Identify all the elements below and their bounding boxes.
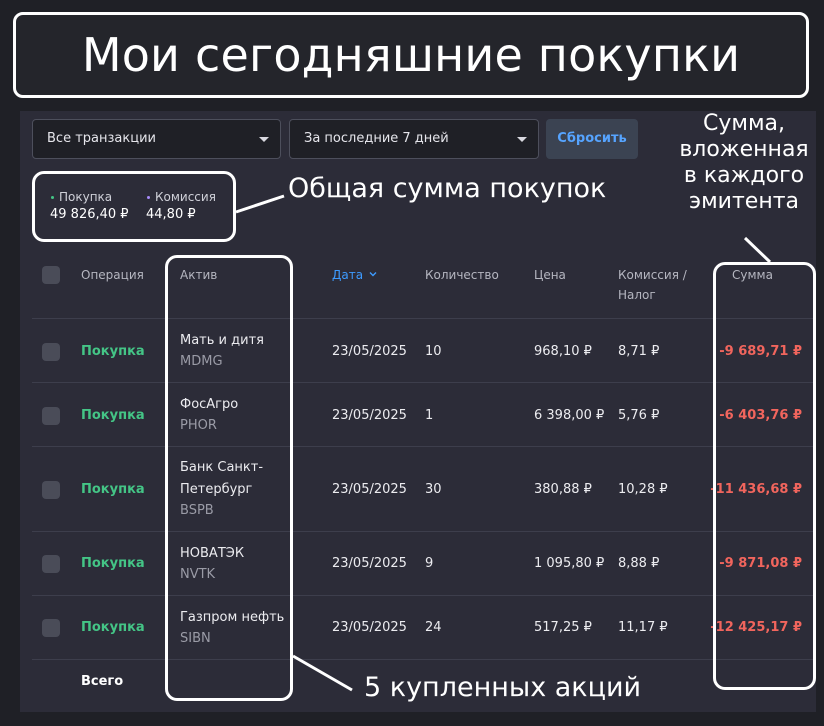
table-divider	[32, 318, 816, 319]
row-sum: -9 689,71 ₽	[719, 344, 802, 359]
row-date: 23/05/2025	[332, 482, 407, 497]
row-quantity: 9	[425, 556, 434, 571]
row-checkbox[interactable]	[42, 481, 60, 499]
row-sum: -6 403,76 ₽	[719, 408, 802, 423]
row-asset-ticker: SIBN	[180, 631, 211, 646]
row-price: 1 095,80 ₽	[534, 556, 605, 571]
row-operation: Покупка	[81, 344, 145, 359]
annotation-sum-per-issuer: Сумма, вложенная в каждого эмитента	[679, 111, 809, 214]
page-headline: Мои сегодняшние покупки	[13, 12, 809, 98]
row-commission: 10,28 ₽	[618, 482, 668, 497]
reset-button[interactable]: Сбросить	[546, 119, 638, 159]
chevron-down-icon	[517, 137, 527, 142]
period-filter-value: За последние 7 дней	[304, 131, 449, 146]
annotation-five-shares: 5 купленных акций	[364, 672, 642, 703]
row-checkbox[interactable]	[42, 407, 60, 425]
summary-purchase-value: 49 826,40 ₽	[50, 207, 129, 222]
row-asset-ticker: NVTK	[180, 567, 216, 582]
table-divider	[32, 659, 816, 660]
row-quantity: 24	[425, 620, 442, 635]
row-price: 968,10 ₽	[534, 344, 592, 359]
table-divider	[32, 531, 816, 532]
row-asset-name: ФосАгро	[180, 397, 239, 412]
column-header-quantity[interactable]: Количество	[425, 265, 499, 285]
row-sum: -11 436,68 ₽	[710, 482, 802, 497]
row-commission: 5,76 ₽	[618, 408, 660, 423]
transactions-filter-select[interactable]: Все транзакции	[32, 119, 281, 159]
annotation-total-purchases: Общая сумма покупок	[288, 173, 607, 204]
table-divider	[32, 382, 816, 383]
row-sum: -9 871,08 ₽	[719, 556, 802, 571]
row-asset-ticker: MDMG	[180, 354, 223, 369]
column-header-price[interactable]: Цена	[534, 265, 566, 285]
row-quantity: 30	[425, 482, 442, 497]
row-operation: Покупка	[81, 620, 145, 635]
row-price: 517,25 ₽	[534, 620, 592, 635]
row-asset-name: Газпром нефть	[180, 610, 285, 625]
sort-down-icon	[369, 272, 377, 277]
summary-commission-label: Комиссия	[147, 190, 216, 204]
row-date: 23/05/2025	[332, 620, 407, 635]
row-commission: 8,71 ₽	[618, 344, 660, 359]
row-date: 23/05/2025	[332, 556, 407, 571]
table-divider	[32, 595, 816, 596]
row-commission: 8,88 ₽	[618, 556, 660, 571]
purchase-dot-icon	[51, 196, 54, 199]
commission-dot-icon	[147, 196, 150, 199]
row-quantity: 10	[425, 344, 442, 359]
summary-purchase-label: Покупка	[51, 190, 112, 204]
column-header-asset[interactable]: Актив	[180, 265, 217, 285]
column-header-commission[interactable]: Комиссия / Налог	[618, 265, 687, 305]
row-sum: -12 425,17 ₽	[710, 620, 802, 635]
table-divider	[32, 446, 816, 447]
row-price: 380,88 ₽	[534, 482, 592, 497]
row-date: 23/05/2025	[332, 344, 407, 359]
row-quantity: 1	[425, 408, 434, 423]
row-asset-ticker: BSPB	[180, 503, 214, 518]
row-asset-name: Банк Санкт-	[180, 460, 264, 475]
row-checkbox[interactable]	[42, 343, 60, 361]
row-checkbox[interactable]	[42, 619, 60, 637]
select-all-checkbox[interactable]	[42, 266, 60, 284]
column-header-sum[interactable]: Сумма	[732, 265, 773, 285]
row-operation: Покупка	[81, 408, 145, 423]
row-operation: Покупка	[81, 482, 145, 497]
row-checkbox[interactable]	[42, 555, 60, 573]
row-date: 23/05/2025	[332, 408, 407, 423]
row-asset-name: Мать и дитя	[180, 333, 264, 348]
transactions-filter-value: Все транзакции	[47, 131, 156, 146]
total-label: Всего	[81, 674, 124, 689]
row-commission: 11,17 ₽	[618, 620, 668, 635]
column-header-operation[interactable]: Операция	[81, 265, 144, 285]
chevron-down-icon	[259, 137, 269, 142]
column-header-date[interactable]: Дата	[332, 265, 377, 285]
row-price: 6 398,00 ₽	[534, 408, 605, 423]
period-filter-select[interactable]: За последние 7 дней	[289, 119, 539, 159]
row-operation: Покупка	[81, 556, 145, 571]
row-asset-name: НОВАТЭК	[180, 546, 245, 561]
row-asset-name: Петербург	[180, 482, 253, 497]
summary-commission-value: 44,80 ₽	[146, 207, 196, 222]
row-asset-ticker: PHOR	[180, 418, 217, 433]
screenshot: Мои сегодняшние покупки Все транзакции З…	[0, 0, 824, 726]
